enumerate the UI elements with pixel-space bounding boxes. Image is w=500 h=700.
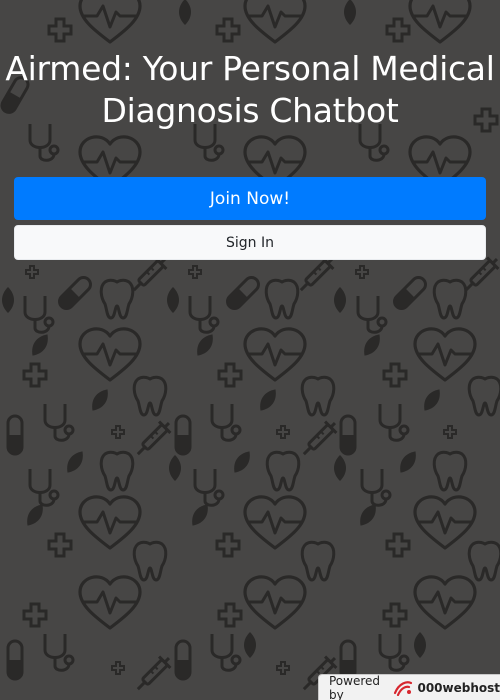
brand-name: 000webhost: [417, 680, 500, 695]
join-now-button[interactable]: Join Now!: [14, 177, 486, 220]
landing-content: Airmed: Your Personal Medical Diagnosis …: [0, 0, 500, 260]
000webhost-logo-icon: [393, 680, 413, 696]
sign-in-button[interactable]: Sign In: [14, 225, 486, 260]
powered-by-badge[interactable]: Powered by 000webhost: [318, 674, 500, 700]
powered-by-label: Powered by: [329, 673, 381, 700]
page-title: Airmed: Your Personal Medical Diagnosis …: [5, 49, 495, 130]
